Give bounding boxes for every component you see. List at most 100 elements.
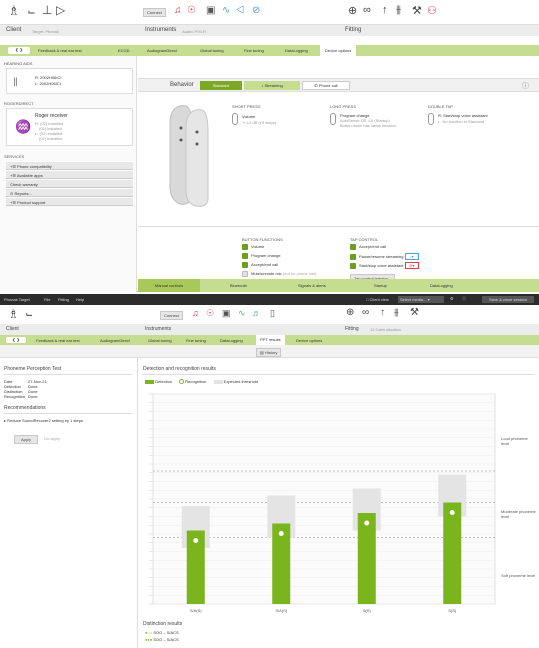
hearing-test-icon[interactable]: ⚇ — [427, 4, 437, 17]
hearing-aid-icon[interactable]: ♫ — [174, 5, 182, 16]
stairs-icon[interactable]: ⨽ — [28, 3, 35, 18]
info-icon[interactable]: ⓘ — [462, 296, 466, 302]
tab-datalogging-bottom[interactable]: DataLogging — [430, 283, 453, 288]
tab-ppt-results[interactable]: PPT results — [256, 335, 285, 345]
distinction-text: SOO – S/ACS — [153, 637, 179, 642]
battery-icon[interactable]: ▯ — [270, 308, 275, 319]
streaming-select-icon[interactable]: ♪▾ — [404, 253, 419, 260]
connect-button[interactable]: Connect — [160, 311, 183, 320]
menu-help[interactable]: Help — [76, 297, 84, 302]
device-icon[interactable]: ▣ — [222, 308, 231, 319]
checkbox-unchecked[interactable] — [242, 271, 248, 277]
tc-pause[interactable]: Pause/resume streaming ♪▾ — [350, 253, 419, 260]
mute-icon[interactable]: ⊘ — [252, 5, 260, 16]
device-icon[interactable]: ▣ — [206, 5, 215, 16]
tab-fine-tuning[interactable]: Fine tuning — [186, 338, 206, 343]
bf-volume[interactable]: Volume — [242, 244, 264, 250]
feedback-icon[interactable]: ∞ — [363, 4, 371, 16]
feedback-icon[interactable]: ∞ — [362, 307, 369, 318]
history-button[interactable]: ▤ History — [256, 348, 282, 357]
tab-fine-tuning[interactable]: Fine tuning — [244, 48, 264, 53]
settings-icon[interactable]: ⚙ — [450, 296, 454, 301]
target-icon[interactable]: ⊕ — [346, 307, 354, 318]
tab-global-tuning[interactable]: Global tuning — [148, 338, 172, 343]
behavior-tab-standard[interactable]: Standard — [200, 81, 242, 90]
service-product-support[interactable]: +☰ Product support — [6, 197, 133, 206]
tab-global-tuning[interactable]: Global tuning — [200, 48, 224, 53]
select-media-dropdown[interactable]: Select media... ▾ — [398, 296, 444, 303]
help-icon[interactable]: ⓘ — [522, 81, 529, 91]
wrench-icon[interactable]: ⚒ — [412, 4, 422, 17]
tab-device-options[interactable]: Device options — [296, 338, 322, 343]
tab-datalogging[interactable]: DataLogging — [220, 338, 243, 343]
arrow-up-icon[interactable]: ↑ — [382, 4, 388, 16]
bf-label: Accept/end call — [251, 262, 279, 268]
soft-level-label: Soft phoneme level — [501, 573, 536, 578]
service-available-apps[interactable]: +☰ Available apps — [6, 170, 133, 179]
behavior-tab-phone-call[interactable]: ✆ Phone call — [302, 81, 350, 90]
tab-feedback[interactable]: Feedback & real ear test — [36, 338, 80, 343]
wireless-icon[interactable]: ∿ — [222, 5, 230, 16]
checkbox-checked[interactable] — [350, 244, 356, 250]
tab-audiogramdirect[interactable]: AudiogramDirect — [147, 48, 177, 53]
sliders-icon[interactable]: ⫵ — [396, 4, 401, 17]
connect-button[interactable]: Connect — [143, 8, 166, 17]
voice-select-icon[interactable]: ◎▾ — [404, 262, 419, 269]
unapply-button[interactable]: Un-apply — [44, 436, 60, 441]
menu-fitting[interactable]: Fitting — [58, 297, 69, 302]
tab-bluetooth[interactable]: Bluetooth — [230, 283, 247, 288]
service-phone-compatibility[interactable]: +☰ Phone compatibility — [6, 161, 133, 170]
sliders-icon[interactable]: ⫵ — [394, 307, 399, 318]
tab-startup[interactable]: Startup — [374, 283, 387, 288]
tc-accept[interactable]: Accept/end call — [350, 244, 386, 250]
tab-audiogramdirect[interactable]: AudiogramDirect — [100, 338, 130, 343]
checkbox-checked[interactable] — [350, 262, 356, 269]
menu-app[interactable]: Phonak Target — [4, 297, 30, 302]
wireless-icon[interactable]: ∿ — [238, 308, 246, 319]
wrench-icon[interactable]: ⚒ — [410, 307, 419, 318]
target-icon[interactable]: ⊕ — [348, 4, 357, 17]
tab-device-options[interactable]: Device options — [320, 45, 357, 56]
bf-program[interactable]: Program change — [242, 253, 281, 259]
client-icon[interactable]: ♗ — [8, 3, 20, 19]
bf-mute[interactable]: Mute/unmute mic (not for phone call) — [242, 271, 316, 277]
menu-file[interactable]: File — [44, 297, 50, 302]
tab-ecgd[interactable]: ECGD — [118, 48, 130, 53]
speaker-icon[interactable]: ♬ — [252, 308, 261, 318]
checkbox-checked[interactable] — [242, 262, 248, 268]
roger-line-4: (02) installed — [39, 136, 62, 141]
hearing-aid-icon[interactable]: ♫ — [192, 308, 199, 318]
short-press-sub: +/-10 dB (±5 steps) — [242, 120, 277, 125]
apply-button[interactable]: Apply — [14, 435, 39, 444]
arrow-up-icon[interactable]: ↑ — [380, 307, 385, 318]
export-icon[interactable]: ▷ — [56, 3, 65, 17]
client-view-toggle[interactable]: □ Client view — [366, 297, 389, 302]
roger-box[interactable]: ♒ Roger receiver R: (02) installed (02) … — [6, 108, 133, 146]
remote-icon[interactable]: ⨞ — [236, 5, 244, 16]
bottom-screenshot: Phonak Target File Fitting Help □ Client… — [0, 294, 539, 648]
bf-accept[interactable]: Accept/end call — [242, 262, 278, 268]
service-reports[interactable]: ⊙ Reports... — [6, 188, 133, 197]
nav-arrows[interactable]: ❮ ❯ — [8, 47, 30, 54]
ear-icon[interactable]: ☉ — [187, 5, 196, 16]
top-bottom-tabs: Manual controls Bluetooth Signals & aler… — [138, 279, 539, 292]
tc-voice[interactable]: Start/stop voice assistant ◎▾ — [350, 262, 419, 269]
hearing-aids-box[interactable]: ‖ R: 2002H06ICI L: 2002H06ICI — [6, 68, 133, 94]
tab-feedback[interactable]: Feedback & real ear test — [38, 48, 82, 53]
behavior-tab-streaming[interactable]: ♪ Streaming — [244, 81, 300, 90]
stairs-icon[interactable]: ⨽ — [26, 307, 32, 320]
service-check-warranty[interactable]: Check warranty — [6, 179, 133, 188]
checkbox-checked[interactable] — [350, 253, 356, 260]
checkbox-checked[interactable] — [242, 244, 248, 250]
plus-icon: +☰ — [10, 173, 17, 178]
tab-manual-controls[interactable]: Manual controls — [138, 279, 200, 292]
tab-signals-alerts[interactable]: Signals & alerts — [298, 283, 326, 288]
client-icon[interactable]: ♗ — [8, 307, 19, 321]
save-close-button[interactable]: Save & close session — [482, 296, 534, 303]
checkbox-checked[interactable] — [242, 253, 248, 259]
nav-arrows[interactable]: ❮ ❯ — [6, 337, 26, 343]
tab-datalogging[interactable]: DataLogging — [285, 48, 308, 53]
chart-icon[interactable]: ⊥ — [42, 3, 52, 17]
chart-title: Detection and recognition results — [143, 366, 216, 372]
ear-icon[interactable]: ☉ — [206, 308, 214, 319]
